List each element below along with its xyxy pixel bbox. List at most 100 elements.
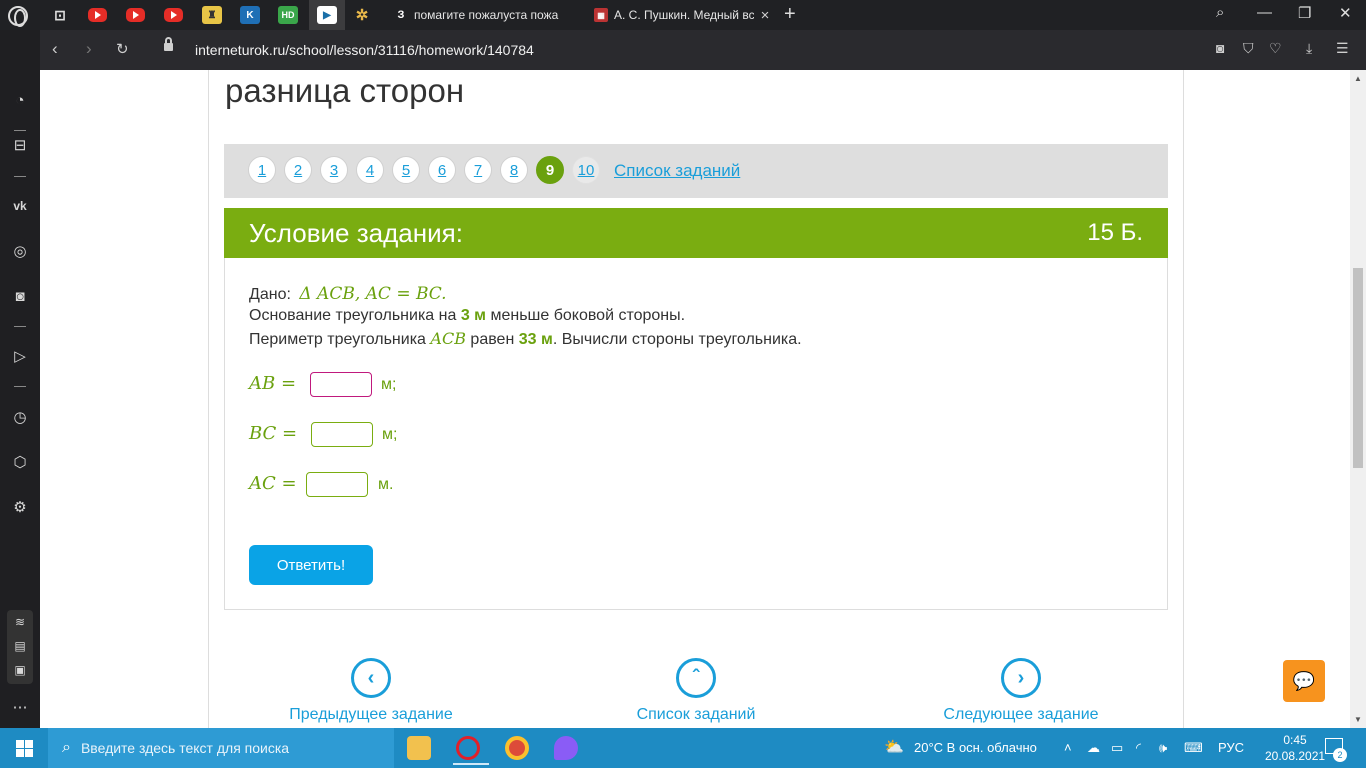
page-link-5[interactable]: 5 [392, 156, 420, 184]
answer-unit-ab: м; [381, 376, 397, 393]
lock-icon[interactable] [164, 37, 173, 51]
task-pager: 1 2 3 4 5 6 7 8 9 10 Список заданий [224, 144, 1168, 198]
youtube-tab-icon[interactable] [88, 8, 107, 22]
condition-text: Основание треугольника на [249, 307, 457, 324]
page-link-7[interactable]: 7 [464, 156, 492, 184]
page-link-2[interactable]: 2 [284, 156, 312, 184]
cube-icon[interactable]: ⬡ [10, 452, 30, 472]
next-task-label[interactable]: Следующее задание [911, 706, 1131, 724]
active-tab[interactable]: ▶ [309, 0, 345, 30]
discord-icon[interactable]: ◙ [10, 286, 30, 306]
page-link-9-current[interactable]: 9 [536, 156, 564, 184]
file-explorer-icon[interactable] [407, 736, 431, 760]
minimize-icon[interactable]: — [1257, 4, 1272, 21]
scroll-tab-icon[interactable]: ♜ [202, 6, 222, 24]
tray-expand-icon[interactable]: ˄ [1064, 740, 1072, 755]
restore-icon[interactable]: ❐ [1298, 4, 1311, 22]
close-window-icon[interactable]: ✕ [1339, 4, 1352, 22]
player-icon[interactable]: ▷ [10, 346, 30, 366]
page-link-6[interactable]: 6 [428, 156, 456, 184]
system-clock[interactable]: 0:45 20.08.2021 [1265, 732, 1325, 764]
speed-dial-icon[interactable]: ◔ [10, 90, 30, 110]
more-icon[interactable]: ⋯ [10, 697, 30, 717]
task-list-label[interactable]: Список заданий [586, 706, 806, 724]
tab-pushkin[interactable]: ▦ А. С. Пушкин. Медный вса × [586, 0, 776, 30]
triangle-name: ACB [430, 329, 466, 348]
answer-label-bc: BC = [249, 423, 298, 444]
task-list-link[interactable]: Список заданий [614, 161, 740, 181]
settings-icon[interactable]: ⚙ [10, 497, 30, 517]
theater-icon: ▦ [594, 8, 608, 22]
weather-icon[interactable]: ⛅ [884, 737, 904, 757]
condition-line-1: Основание треугольника на 3 м меньше бок… [249, 307, 685, 325]
task-header: Условие задания: 15 Б. [224, 208, 1168, 258]
answer-unit-bc: м; [382, 426, 398, 443]
answer-input-ab[interactable] [310, 372, 372, 397]
previous-task-label[interactable]: Предыдущее задание [261, 706, 481, 724]
page-link-3[interactable]: 3 [320, 156, 348, 184]
page-link-1[interactable]: 1 [248, 156, 276, 184]
address-bar: ‹ › ↻ interneturok.ru/school/lesson/3111… [40, 30, 1366, 70]
task-list-nav[interactable]: ˆ Список заданий [586, 658, 806, 724]
interneturok-tab-icon: ▶ [317, 6, 337, 24]
url-field[interactable]: interneturok.ru/school/lesson/31116/home… [195, 42, 534, 58]
shield-icon[interactable]: ⛉ [1243, 40, 1254, 57]
close-tab-icon[interactable]: × [754, 7, 776, 24]
chevron-up-icon[interactable]: ˆ [676, 658, 716, 698]
new-tab-icon[interactable]: + [784, 3, 796, 26]
hd-tab-icon[interactable]: HD [278, 6, 298, 24]
chat-icon[interactable]: 💬 [1283, 660, 1325, 702]
opera-taskbar-icon[interactable] [453, 736, 489, 765]
onedrive-icon[interactable]: ☁ [1087, 740, 1100, 756]
network-tray-icon[interactable]: ▭ [1111, 740, 1123, 756]
taskbar-search[interactable]: ⌕ Введите здесь текст для поиска [48, 728, 394, 768]
network-icon[interactable]: ≋ [10, 612, 30, 632]
answer-input-ac[interactable] [306, 472, 368, 497]
clock-date: 20.08.2021 [1265, 749, 1326, 763]
next-task-nav[interactable]: › Следующее задание [911, 658, 1131, 724]
volume-icon[interactable]: 🕪 [1159, 740, 1167, 756]
wifi-icon[interactable]: ◜ [1136, 740, 1141, 756]
back-icon[interactable]: ‹ [52, 39, 58, 59]
page-link-8[interactable]: 8 [500, 156, 528, 184]
gamepad-icon[interactable]: ⊡ [50, 6, 70, 24]
windows-start-icon[interactable] [16, 740, 33, 757]
youtube-tab-icon[interactable] [126, 8, 145, 22]
vk-icon[interactable]: vk [10, 196, 30, 216]
chevron-right-icon[interactable]: › [1001, 658, 1041, 698]
firefox-taskbar-icon[interactable] [554, 736, 578, 760]
download-icon[interactable]: ⤓ [1306, 40, 1312, 57]
scroll-up-icon[interactable]: ▲ [1354, 74, 1362, 83]
cpu-icon[interactable]: ▣ [10, 660, 30, 680]
weather-text[interactable]: 20°C В осн. облачно [914, 740, 1037, 755]
scroll-down-icon[interactable]: ▼ [1354, 715, 1362, 724]
chevron-left-icon[interactable]: ‹ [351, 658, 391, 698]
k-tab-icon[interactable]: K [240, 6, 260, 24]
camera-icon[interactable]: ◙ [1216, 40, 1224, 56]
heart-icon[interactable]: ♡ [1269, 40, 1282, 57]
previous-task-nav[interactable]: ‹ Предыдущее задание [261, 658, 481, 724]
tab-znanija[interactable]: З помагите пожалуста пожа [386, 0, 576, 30]
page-link-4[interactable]: 4 [356, 156, 384, 184]
chrome-taskbar-icon[interactable] [505, 736, 529, 760]
ram-icon[interactable]: ▤ [10, 636, 30, 656]
scroll-thumb[interactable] [1353, 268, 1363, 468]
page-scrollbar[interactable]: ▲ ▼ [1350, 70, 1366, 728]
film-tab-icon[interactable]: ✲ [352, 6, 372, 24]
base-difference-value: 3 м [460, 307, 487, 324]
shopping-bag-icon[interactable]: ⊟ [10, 135, 30, 155]
keyboard-icon[interactable]: ⌨ [1184, 740, 1203, 756]
submit-answer-button[interactable]: Ответить! [249, 545, 373, 585]
history-icon[interactable]: ◷ [10, 407, 30, 427]
menu-icon[interactable]: ☰ [1336, 40, 1349, 57]
youtube-tab-icon[interactable] [164, 8, 183, 22]
opera-menu-icon[interactable] [8, 6, 28, 27]
forward-icon[interactable]: › [86, 39, 92, 59]
answer-input-bc[interactable] [311, 422, 373, 447]
instagram-icon[interactable]: ◎ [10, 241, 30, 261]
condition-text: . Вычисли стороны треугольника. [552, 331, 802, 348]
reload-icon[interactable]: ↻ [116, 40, 129, 58]
language-indicator[interactable]: РУС [1218, 740, 1244, 755]
search-tabs-icon[interactable]: ⌕ [1216, 4, 1224, 21]
page-link-10[interactable]: 10 [572, 156, 600, 184]
